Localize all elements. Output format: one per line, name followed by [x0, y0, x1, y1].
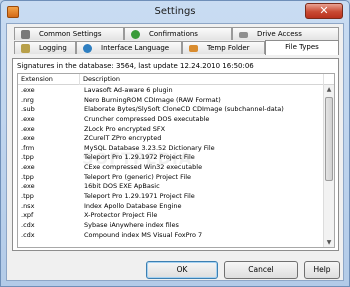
tab-drive-access[interactable]: Drive Access [232, 27, 339, 40]
file-description: Lavasoft Ad-aware 6 plugin [84, 86, 173, 94]
file-extension: .cdx [21, 230, 35, 239]
settings-icon [21, 30, 30, 39]
file-description: Cruncher compressed DOS executable [84, 114, 210, 123]
title-bar: Settings ✕ [1, 1, 349, 23]
list-item[interactable]: .sub Elaborate Bytes/SlySoft CloneCD CDIm… [18, 105, 324, 115]
file-description: ZLock Pro encrypted SFX [84, 124, 166, 133]
file-extension: .cdx [21, 220, 35, 229]
file-extension: .tpp [21, 192, 34, 201]
file-extension: .sub [21, 105, 35, 114]
softpedia-watermark: SOFTPEDIA [82, 149, 193, 168]
list-item[interactable]: .exe Cruncher compressed DOS executable [18, 115, 324, 125]
file-extension: .exe [21, 86, 35, 94]
file-extension: .frm [21, 143, 35, 152]
file-description: Nero BurningROM CDImage (RAW Format) [84, 95, 221, 104]
list-item[interactable]: .exe Lavasoft Ad-aware 6 plugin [18, 86, 324, 96]
globe-icon [83, 44, 92, 53]
list-item[interactable]: .exe ZCurelT ZPro encrypted [18, 134, 324, 144]
list-item[interactable]: .nrg Nero BurningROM CDImage (RAW Format) [18, 96, 324, 106]
settings-window: Settings ✕ Common Settings Confirmations… [0, 0, 350, 287]
ok-button[interactable]: OK [146, 261, 218, 279]
file-extension: .xpf [21, 211, 34, 220]
list-item[interactable]: .nsx Index Apollo Database Engine [18, 202, 324, 212]
scroll-up-arrow-icon[interactable]: ▲ [324, 85, 334, 95]
list-item[interactable]: .xpf X-Protector Project File [18, 211, 324, 221]
file-extension: .exe [21, 134, 35, 143]
tab-label: Drive Access [257, 30, 302, 38]
list-item[interactable]: .cdx Compound index MS Visual FoxPro 7 [18, 231, 324, 241]
tab-label: Confirmations [149, 30, 198, 38]
list-item[interactable]: .exe ZLock Pro encrypted SFX [18, 125, 324, 135]
file-types-panel: Signatures in the database: 3564, last u… [12, 58, 339, 251]
file-extension: .nsx [21, 201, 35, 210]
tab-label: Logging [39, 44, 67, 52]
list-header: Extension Description [18, 74, 334, 85]
list-item[interactable]: .tpp Teleport Pro 1.29.1971 Project File [18, 192, 324, 202]
file-extension: .tpp [21, 172, 34, 181]
file-extension: .exe [21, 182, 35, 191]
file-description: Sybase iAnywhere index files [84, 220, 179, 229]
tab-label: Temp Folder [207, 44, 250, 52]
close-button[interactable]: ✕ [305, 3, 343, 19]
file-description: Teleport Pro 1.29.1971 Project File [84, 192, 195, 201]
window-title: Settings [154, 6, 196, 17]
file-extension: .exe [21, 124, 35, 133]
file-description: Compound index MS Visual FoxPro 7 [84, 230, 203, 239]
tab-common-settings[interactable]: Common Settings [14, 27, 124, 40]
tab-label: File Types [285, 43, 319, 51]
list-item[interactable]: .cdx Sybase iAnywhere index files [18, 221, 324, 231]
tab-logging[interactable]: Logging [14, 41, 76, 54]
tab-label: Common Settings [39, 30, 102, 38]
signatures-info: Signatures in the database: 3564, last u… [17, 62, 254, 70]
vertical-scrollbar[interactable]: ▲ ▼ [323, 85, 334, 247]
list-item[interactable]: .exe 16bit DOS EXE ApBasic [18, 182, 324, 192]
confirm-icon [131, 30, 140, 39]
list-item[interactable]: .tpp Teleport Pro (generic) Project File [18, 173, 324, 183]
column-header-extension[interactable]: Extension [18, 74, 80, 85]
cancel-button[interactable]: Cancel [224, 261, 298, 279]
tab-interface-language[interactable]: Interface Language [76, 41, 182, 54]
file-description: Index Apollo Database Engine [84, 201, 182, 210]
logging-icon [21, 44, 30, 53]
file-extension: .exe [21, 163, 35, 172]
drive-icon [239, 32, 248, 38]
dialog-body: Common Settings Confirmations Drive Acce… [6, 23, 344, 281]
tab-label: Interface Language [101, 44, 170, 52]
file-extension: .tpp [21, 153, 34, 162]
column-header-description[interactable]: Description [80, 74, 324, 85]
file-description: X-Protector Project File [84, 211, 158, 220]
scroll-thumb[interactable] [325, 97, 333, 181]
file-extension: .exe [21, 114, 35, 123]
file-description: Teleport Pro (generic) Project File [84, 172, 192, 181]
help-button[interactable]: Help [304, 261, 340, 279]
file-extension: .nrg [21, 95, 34, 104]
file-description: Elaborate Bytes/SlySoft CloneCD CDImage … [84, 105, 284, 114]
tab-confirmations[interactable]: Confirmations [124, 27, 232, 40]
tab-temp-folder[interactable]: Temp Folder [182, 41, 265, 54]
file-types-list[interactable]: Extension Description .exe Lavasoft Ad-aw… [17, 73, 335, 248]
tab-file-types[interactable]: File Types [265, 40, 339, 55]
scroll-down-arrow-icon[interactable]: ▼ [324, 238, 334, 247]
file-description: ZCurelT ZPro encrypted [84, 134, 162, 143]
file-description: 16bit DOS EXE ApBasic [84, 182, 160, 191]
folder-icon [189, 45, 198, 52]
